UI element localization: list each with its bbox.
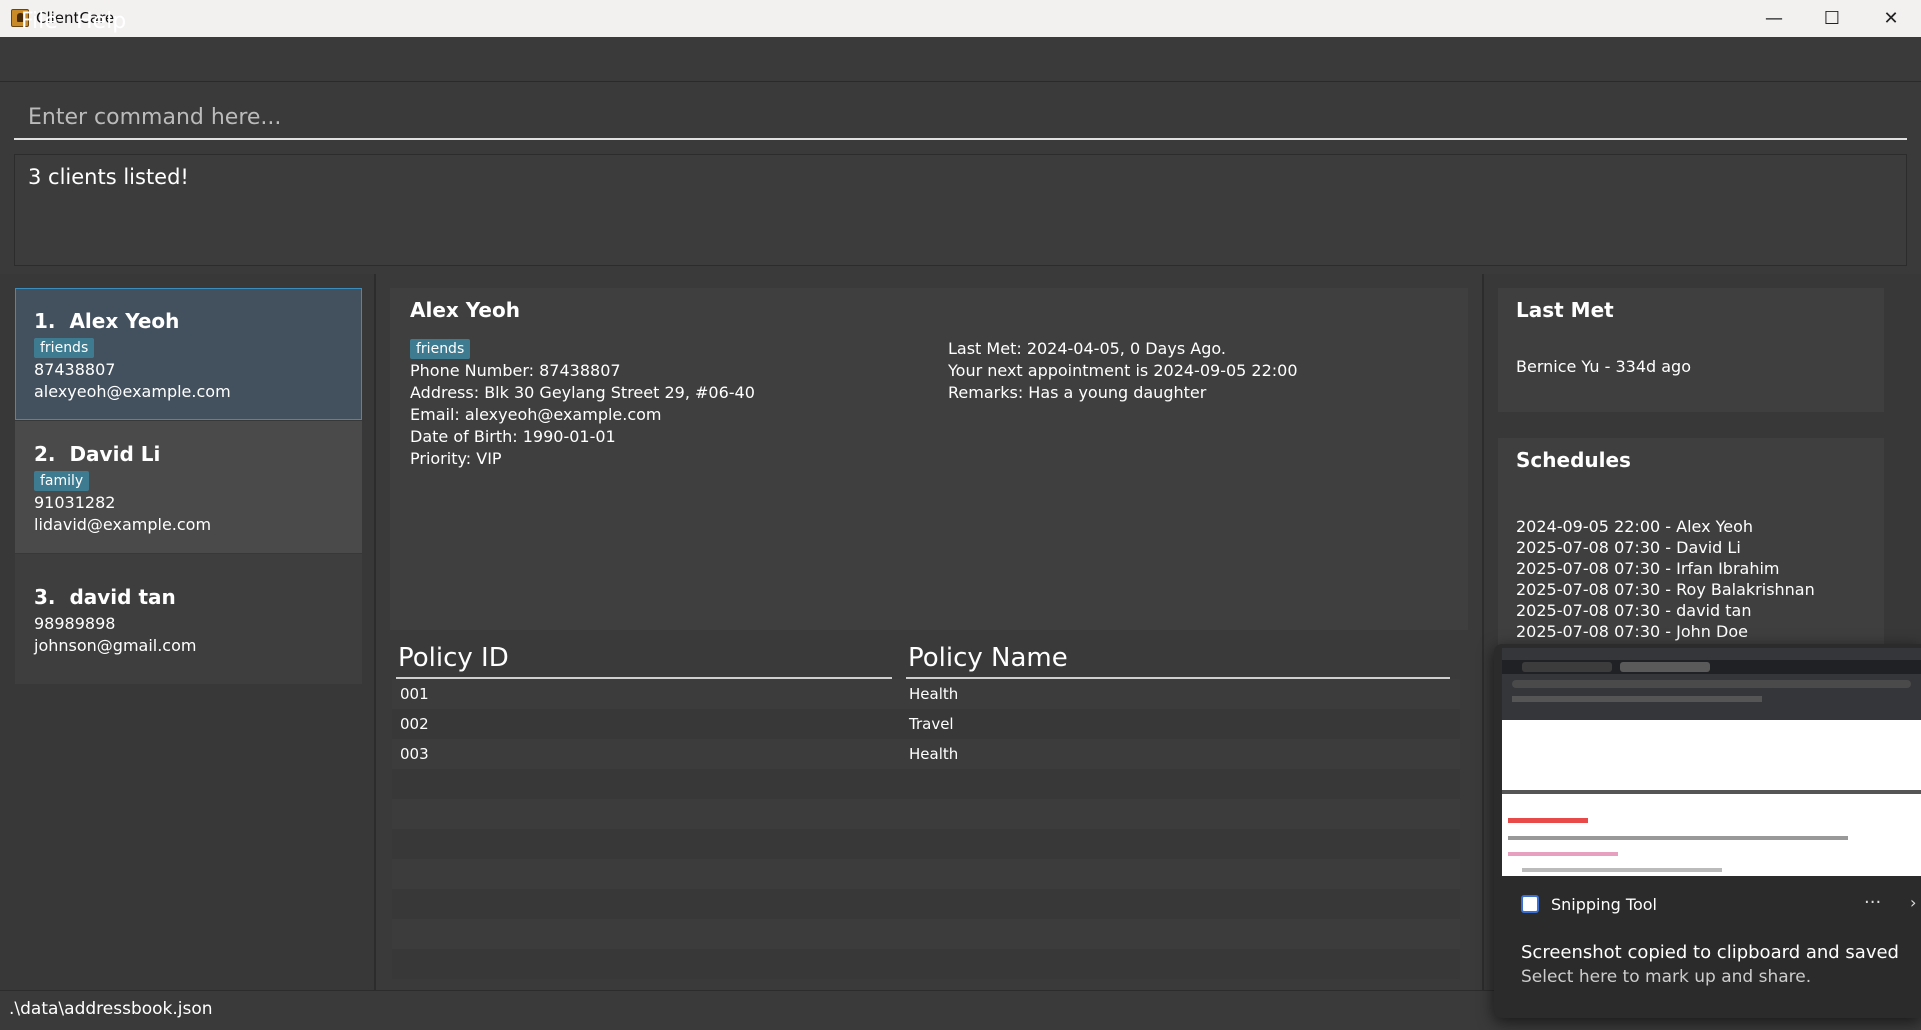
last-met-title: Last Met: [1516, 298, 1614, 322]
client-detail-panel: [390, 288, 1468, 630]
detail-last-met: Last Met: 2024-04-05, 0 Days Ago.: [948, 339, 1226, 358]
schedule-entry: 2025-07-08 07:30 - Roy Balakrishnan: [1516, 580, 1815, 599]
maximize-button[interactable]: ☐: [1803, 0, 1861, 37]
more-options-icon[interactable]: ···: [1864, 892, 1881, 913]
detail-next-appointment: Your next appointment is 2024-09-05 22:0…: [948, 361, 1298, 380]
status-file-path: .\data\addressbook.json: [9, 999, 213, 1019]
client-tag: friends: [34, 338, 95, 358]
detail-email: Email: alexyeoh@example.com: [410, 405, 662, 424]
policy-name-cell: Health: [909, 685, 959, 703]
client-email: lidavid@example.com: [34, 515, 212, 534]
client-card-name: 2. David Li: [34, 442, 161, 466]
schedule-entry: 2025-07-08 07:30 - david tan: [1516, 601, 1752, 620]
last-met-entry: Bernice Yu - 334d ago: [1516, 357, 1691, 376]
policy-name-cell: Travel: [909, 715, 954, 733]
detail-remarks: Remarks: Has a young daughter: [948, 383, 1207, 402]
schedule-entry: 2025-07-08 07:30 - John Doe: [1516, 622, 1748, 641]
toast-title: Screenshot copied to clipboard and saved: [1521, 942, 1899, 963]
policy-name-cell: Health: [909, 745, 959, 763]
policy-id-cell: 002: [400, 715, 429, 733]
detail-tag: friends: [410, 339, 471, 359]
schedule-entry: 2024-09-05 22:00 - Alex Yeoh: [1516, 517, 1754, 536]
detail-client-name: Alex Yeoh: [410, 298, 520, 322]
policy-id-cell: 003: [400, 745, 429, 763]
client-phone: 91031282: [34, 493, 116, 512]
toast-app-name: Snipping Tool: [1551, 895, 1657, 914]
empty-row: [392, 829, 1460, 859]
minimize-button[interactable]: —: [1745, 0, 1803, 37]
client-phone: 98989898: [34, 614, 116, 633]
empty-row: [392, 799, 1460, 829]
detail-phone: Phone Number: 87438807: [410, 361, 621, 380]
schedules-title: Schedules: [1516, 448, 1631, 472]
menu-help[interactable]: Help: [76, 9, 126, 34]
result-text: 3 clients listed!: [28, 165, 189, 189]
snipping-tool-icon: [1521, 895, 1539, 913]
screenshot-thumbnail[interactable]: [1502, 648, 1921, 876]
detail-address: Address: Blk 30 Geylang Street 29, #06-4…: [410, 383, 755, 402]
detail-priority: Priority: VIP: [410, 449, 502, 468]
title-bar: [0, 0, 1921, 37]
client-tag: family: [34, 471, 90, 491]
toast-close-icon[interactable]: ›: [1910, 893, 1916, 912]
empty-row: [392, 859, 1460, 889]
client-card-name: 3. david tan: [34, 585, 176, 609]
menu-file[interactable]: File: [21, 9, 58, 34]
client-email: alexyeoh@example.com: [34, 382, 231, 401]
empty-row: [392, 769, 1460, 799]
schedule-entry: 2025-07-08 07:30 - David Li: [1516, 538, 1741, 557]
close-button[interactable]: ✕: [1862, 0, 1920, 37]
client-phone: 87438807: [34, 360, 116, 379]
policy-id-header: Policy ID: [398, 643, 509, 673]
empty-row: [392, 919, 1460, 949]
schedule-entry: 2025-07-08 07:30 - Irfan Ibrahim: [1516, 559, 1780, 578]
toast-body: Select here to mark up and share.: [1521, 967, 1812, 987]
command-input[interactable]: [14, 96, 1907, 140]
empty-row: [392, 889, 1460, 919]
policy-name-header: Policy Name: [908, 643, 1068, 673]
result-display: [14, 154, 1907, 266]
menu-bar: [0, 37, 1921, 82]
empty-row: [392, 949, 1460, 979]
client-email: johnson@gmail.com: [34, 636, 197, 655]
client-card-name: 1. Alex Yeoh: [34, 309, 180, 333]
policy-id-cell: 001: [400, 685, 429, 703]
detail-dob: Date of Birth: 1990-01-01: [410, 427, 616, 446]
